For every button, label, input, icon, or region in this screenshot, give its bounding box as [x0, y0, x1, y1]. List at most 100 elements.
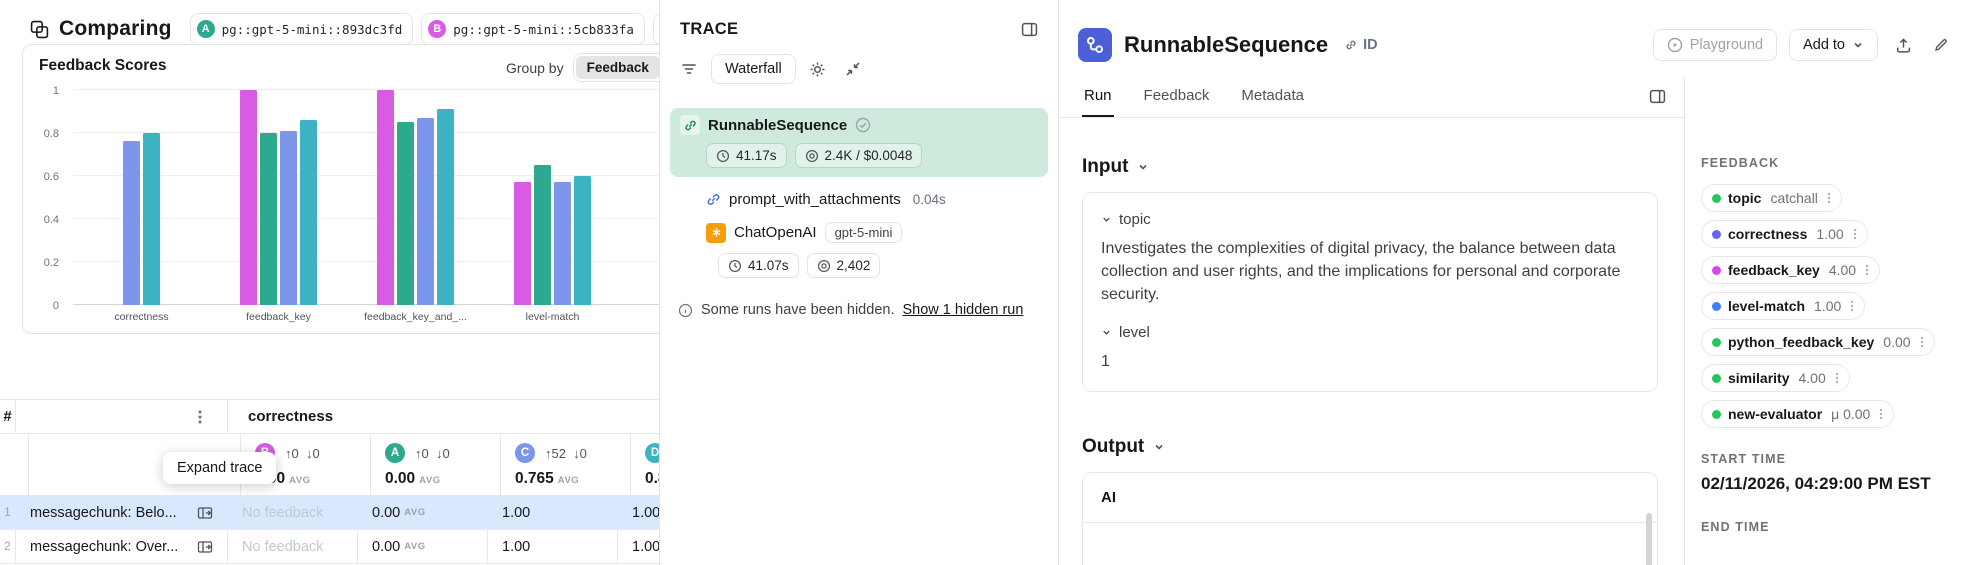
chart-title: Feedback Scores — [39, 57, 167, 75]
start-time-label: START TIME — [1701, 452, 1954, 466]
feedback-chip[interactable]: level-match1.00 — [1701, 292, 1865, 320]
edit-icon[interactable] — [1928, 32, 1954, 58]
feedback-name: correctness — [1728, 226, 1807, 242]
chart-bar[interactable] — [397, 122, 414, 305]
chart-bar[interactable] — [437, 109, 454, 305]
chart-bar[interactable] — [514, 182, 531, 305]
table-subheader: B↑0 ↓00.00AVGA↑0 ↓00.00AVGC↑52 ↓00.765AV… — [0, 434, 659, 496]
chart-bar[interactable] — [554, 182, 571, 305]
chart-bar[interactable] — [143, 133, 160, 305]
field-key-row[interactable]: topic — [1101, 211, 1639, 228]
table-row[interactable]: 1messagechunk: Belo...No feedback0.00AVG… — [0, 496, 659, 530]
x-axis-label: correctness — [73, 311, 210, 323]
score-cell: 1.00 — [618, 530, 659, 564]
experiment-summary-cell[interactable]: C↑52 ↓00.765AVG — [501, 434, 631, 496]
experiment-summary-cell[interactable]: A↑0 ↓00.00AVG — [371, 434, 501, 496]
chart-bar[interactable] — [280, 131, 297, 305]
run-title: RunnableSequence — [1124, 32, 1328, 58]
experiment-summary-cell[interactable]: D↑0 ↓00.80AVG — [631, 434, 659, 496]
feedback-name: topic — [1728, 190, 1761, 206]
share-icon[interactable] — [1890, 32, 1916, 58]
experiment-letter-badge: A — [385, 443, 405, 463]
chatopenai-stats: 41.07s 2,402 — [718, 253, 1058, 278]
table-row[interactable]: 2messagechunk: Over...No feedback0.00AVG… — [0, 530, 659, 564]
x-axis-label: n... — [621, 311, 659, 323]
expand-trace-button[interactable] — [197, 539, 213, 555]
tab-run[interactable]: Run — [1082, 76, 1114, 117]
comparison-table: # correctness B↑0 ↓00.00AVGA↑0 ↓00.00AVG… — [0, 399, 659, 564]
experiment-name: pg::gpt-5-mini::893dc3fd — [222, 22, 403, 37]
score-cell: 0.00AVG — [358, 530, 488, 564]
feedback-chip[interactable]: feedback_key4.00 — [1701, 256, 1880, 284]
field-value: Investigates the complexities of digital… — [1101, 237, 1639, 306]
chart-bar[interactable] — [377, 90, 394, 305]
experiment-tag[interactable]: Bpg::gpt-5-mini::5cb833fa — [421, 13, 645, 45]
avg-suffix: AVG — [289, 475, 310, 486]
feedback-list: topiccatchall correctness1.00 feedback_key… — [1701, 184, 1954, 428]
chart-bar[interactable] — [417, 118, 434, 305]
expand-trace-button[interactable] — [197, 505, 213, 521]
feedback-column-header[interactable]: correctness — [228, 399, 659, 434]
run-id-chip[interactable]: ID — [1344, 37, 1378, 53]
show-hidden-runs-link[interactable]: Show 1 hidden run — [902, 302, 1023, 318]
detail-tabs: Run Feedback Metadata — [1082, 76, 1334, 117]
feedback-chip[interactable]: similarity4.00 — [1701, 364, 1850, 392]
experiment-tag[interactable]: Apg::gpt-5-mini::893dc3fd — [190, 13, 414, 45]
trace-header: TRACE — [660, 0, 1058, 42]
group-by-label: Group by — [506, 60, 564, 76]
feedback-chip[interactable]: topiccatchall — [1701, 184, 1842, 212]
run-io-scroll[interactable]: Input topic Investigates the complexities… — [1060, 118, 1684, 565]
row-input-cell: messagechunk: Over... — [16, 530, 228, 564]
check-circle-icon — [855, 117, 871, 133]
feedback-chip[interactable]: new-evaluatorμ 0.00 — [1701, 400, 1894, 428]
chart-bar[interactable] — [123, 141, 140, 305]
trace-row-runnable-sequence[interactable]: RunnableSequence 41.17s 2.4K / $0.0048 — [670, 108, 1048, 177]
duration-chip: 41.07s — [718, 253, 799, 278]
input-column-header — [16, 399, 228, 434]
feedback-name: feedback_key — [1728, 262, 1820, 278]
split-panel-icon[interactable] — [1644, 84, 1670, 110]
chart-bar[interactable] — [574, 176, 591, 305]
chevron-down-icon — [1101, 214, 1112, 225]
hidden-runs-text: Some runs have been hidden. — [701, 302, 894, 318]
experiment-average: 0.765AVG — [515, 470, 616, 488]
experiment-letter-badge: A — [197, 20, 215, 38]
trace-run-name: RunnableSequence — [708, 117, 847, 134]
input-section-heading[interactable]: Input — [1082, 156, 1658, 178]
chart-bar[interactable] — [240, 90, 257, 305]
output-section-heading[interactable]: Output — [1082, 436, 1658, 458]
score-cell: 1.00 — [488, 530, 618, 564]
tab-feedback[interactable]: Feedback — [1142, 76, 1212, 117]
chevron-down-icon — [1153, 441, 1165, 453]
group-by-option[interactable]: Feedback — [576, 56, 659, 79]
add-to-button[interactable]: Add to — [1789, 29, 1878, 61]
feedback-chip[interactable]: correctness1.00 — [1701, 220, 1868, 248]
waterfall-view-button[interactable]: Waterfall — [711, 54, 796, 84]
chart-bar[interactable] — [300, 120, 317, 305]
clock-icon — [716, 149, 730, 163]
chart-bar[interactable] — [534, 165, 551, 305]
openai-icon — [706, 223, 726, 243]
bar-group: correctness — [73, 90, 210, 305]
link-icon — [1344, 38, 1358, 52]
filter-icon[interactable] — [676, 56, 702, 82]
gear-icon[interactable] — [805, 56, 831, 82]
field-key-row[interactable]: level — [1101, 324, 1639, 341]
trace-row-chatopenai[interactable]: ChatOpenAI gpt-5-mini — [706, 222, 1058, 243]
row-input-cell: messagechunk: Belo... — [16, 496, 228, 530]
tab-metadata[interactable]: Metadata — [1239, 76, 1306, 117]
collapse-panel-icon[interactable] — [1016, 16, 1042, 42]
feedback-dot — [1712, 194, 1721, 203]
scrollbar-thumb[interactable] — [1646, 513, 1652, 565]
y-tick-label: 0.8 — [44, 128, 59, 140]
feedback-chip[interactable]: python_feedback_key0.00 — [1701, 328, 1935, 356]
feedback-name: level-match — [1728, 298, 1805, 314]
playground-button[interactable]: Playground — [1653, 29, 1777, 61]
chart-bar[interactable] — [260, 133, 277, 305]
score-cell: 0.00AVG — [358, 496, 488, 530]
column-menu-icon[interactable] — [187, 404, 213, 430]
output-card: AI — [1082, 472, 1658, 565]
feedback-name: similarity — [1728, 370, 1789, 386]
collapse-all-icon[interactable] — [840, 56, 866, 82]
trace-row-prompt[interactable]: prompt_with_attachments 0.04s — [706, 191, 1058, 208]
